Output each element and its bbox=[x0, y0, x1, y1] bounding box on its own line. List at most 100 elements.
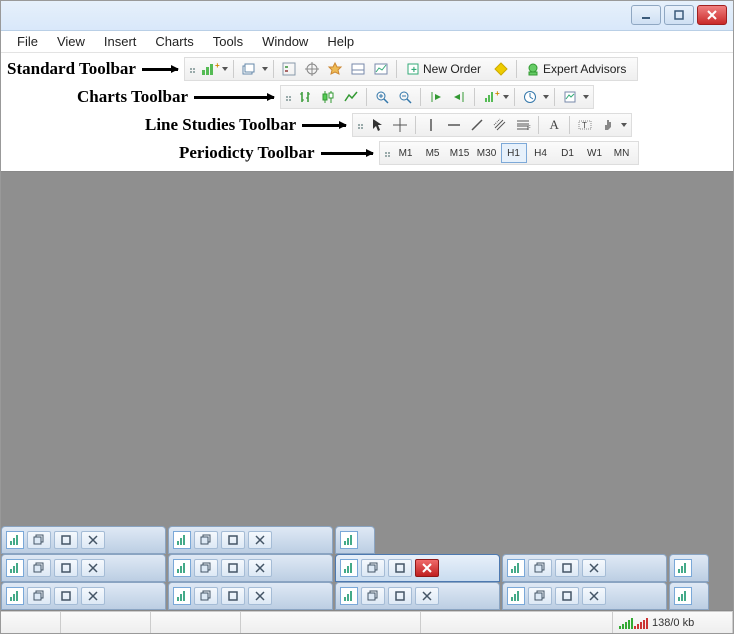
child-restore-button[interactable] bbox=[361, 559, 385, 577]
child-maximize-button[interactable] bbox=[54, 587, 78, 605]
child-restore-button[interactable] bbox=[27, 559, 51, 577]
child-restore-button[interactable] bbox=[27, 587, 51, 605]
child-close-button[interactable] bbox=[81, 531, 105, 549]
toolbar-grip[interactable] bbox=[356, 116, 362, 134]
child-restore-button[interactable] bbox=[194, 531, 218, 549]
arrows-dropdown[interactable] bbox=[621, 123, 628, 127]
child-maximize-button[interactable] bbox=[221, 587, 245, 605]
child-close-button[interactable] bbox=[582, 587, 606, 605]
toolbar-grip[interactable] bbox=[383, 144, 389, 162]
new-chart-dropdown[interactable] bbox=[222, 67, 229, 71]
fibonacci-button[interactable]: F bbox=[512, 115, 534, 135]
menu-file[interactable]: File bbox=[9, 32, 46, 51]
minimized-chart-window[interactable] bbox=[335, 554, 500, 582]
child-maximize-button[interactable] bbox=[54, 559, 78, 577]
zoom-in-button[interactable] bbox=[371, 87, 393, 107]
child-close-button[interactable] bbox=[415, 559, 439, 577]
channel-button[interactable] bbox=[489, 115, 511, 135]
child-maximize-button[interactable] bbox=[388, 559, 412, 577]
period-h4-button[interactable]: H4 bbox=[528, 143, 554, 163]
period-m1-button[interactable]: M1 bbox=[393, 143, 419, 163]
child-maximize-button[interactable] bbox=[388, 587, 412, 605]
period-h1-button[interactable]: H1 bbox=[501, 143, 527, 163]
minimized-chart-window[interactable] bbox=[168, 554, 333, 582]
menu-help[interactable]: Help bbox=[319, 32, 362, 51]
period-m30-button[interactable]: M30 bbox=[474, 143, 500, 163]
minimized-chart-window[interactable] bbox=[335, 582, 500, 610]
vertical-line-button[interactable] bbox=[420, 115, 442, 135]
window-maximize-button[interactable] bbox=[664, 5, 694, 25]
child-restore-button[interactable] bbox=[27, 531, 51, 549]
menu-charts[interactable]: Charts bbox=[147, 32, 201, 51]
line-chart-button[interactable] bbox=[340, 87, 362, 107]
minimized-chart-window[interactable] bbox=[502, 554, 667, 582]
child-close-button[interactable] bbox=[582, 559, 606, 577]
trendline-button[interactable] bbox=[466, 115, 488, 135]
child-maximize-button[interactable] bbox=[555, 587, 579, 605]
minimized-chart-window[interactable] bbox=[1, 582, 166, 610]
menu-view[interactable]: View bbox=[49, 32, 93, 51]
child-maximize-button[interactable] bbox=[221, 531, 245, 549]
minimized-chart-window[interactable] bbox=[669, 582, 709, 610]
crosshair-button[interactable] bbox=[389, 115, 411, 135]
child-close-button[interactable] bbox=[81, 559, 105, 577]
profiles-dropdown[interactable] bbox=[262, 67, 269, 71]
text-label-button[interactable]: T bbox=[574, 115, 596, 135]
period-mn-button[interactable]: MN bbox=[609, 143, 635, 163]
toolbar-grip[interactable] bbox=[188, 60, 194, 78]
indicators-dropdown[interactable] bbox=[503, 95, 510, 99]
toolbar-grip[interactable] bbox=[284, 88, 290, 106]
new-order-button[interactable]: + New Order bbox=[401, 59, 489, 79]
period-m15-button[interactable]: M15 bbox=[447, 143, 473, 163]
cursor-button[interactable] bbox=[366, 115, 388, 135]
minimized-chart-window[interactable] bbox=[669, 554, 709, 582]
child-maximize-button[interactable] bbox=[54, 531, 78, 549]
minimized-chart-window[interactable] bbox=[1, 526, 166, 554]
period-m5-button[interactable]: M5 bbox=[420, 143, 446, 163]
child-restore-button[interactable] bbox=[194, 559, 218, 577]
menu-insert[interactable]: Insert bbox=[96, 32, 145, 51]
new-chart-button[interactable]: + bbox=[198, 59, 220, 79]
horizontal-line-button[interactable] bbox=[443, 115, 465, 135]
navigator-button[interactable] bbox=[324, 59, 346, 79]
candlestick-button[interactable] bbox=[317, 87, 339, 107]
minimized-chart-window[interactable] bbox=[335, 526, 375, 554]
expert-advisors-button[interactable]: Expert Advisors bbox=[521, 59, 634, 79]
child-close-button[interactable] bbox=[81, 587, 105, 605]
periods-dropdown[interactable] bbox=[543, 95, 550, 99]
data-window-button[interactable] bbox=[301, 59, 323, 79]
arrows-button[interactable] bbox=[597, 115, 619, 135]
minimized-chart-window[interactable] bbox=[168, 526, 333, 554]
child-restore-button[interactable] bbox=[528, 587, 552, 605]
minimized-chart-window[interactable] bbox=[502, 582, 667, 610]
child-maximize-button[interactable] bbox=[221, 559, 245, 577]
child-close-button[interactable] bbox=[248, 587, 272, 605]
period-w1-button[interactable]: W1 bbox=[582, 143, 608, 163]
child-maximize-button[interactable] bbox=[555, 559, 579, 577]
menu-tools[interactable]: Tools bbox=[205, 32, 251, 51]
terminal-button[interactable] bbox=[347, 59, 369, 79]
auto-scroll-button[interactable] bbox=[425, 87, 447, 107]
profiles-button[interactable] bbox=[238, 59, 260, 79]
child-close-button[interactable] bbox=[248, 531, 272, 549]
menu-window[interactable]: Window bbox=[254, 32, 316, 51]
templates-dropdown[interactable] bbox=[583, 95, 590, 99]
minimized-chart-window[interactable] bbox=[1, 554, 166, 582]
indicators-button[interactable]: + bbox=[479, 87, 501, 107]
child-close-button[interactable] bbox=[415, 587, 439, 605]
zoom-out-button[interactable] bbox=[394, 87, 416, 107]
text-button[interactable]: A bbox=[543, 115, 565, 135]
periods-button[interactable] bbox=[519, 87, 541, 107]
minimized-chart-window[interactable] bbox=[168, 582, 333, 610]
templates-button[interactable] bbox=[559, 87, 581, 107]
child-close-button[interactable] bbox=[248, 559, 272, 577]
period-d1-button[interactable]: D1 bbox=[555, 143, 581, 163]
meta-editor-button[interactable] bbox=[490, 59, 512, 79]
chart-shift-button[interactable] bbox=[448, 87, 470, 107]
window-close-button[interactable] bbox=[697, 5, 727, 25]
market-watch-button[interactable] bbox=[278, 59, 300, 79]
child-restore-button[interactable] bbox=[361, 587, 385, 605]
child-restore-button[interactable] bbox=[194, 587, 218, 605]
bar-chart-button[interactable] bbox=[294, 87, 316, 107]
child-restore-button[interactable] bbox=[528, 559, 552, 577]
